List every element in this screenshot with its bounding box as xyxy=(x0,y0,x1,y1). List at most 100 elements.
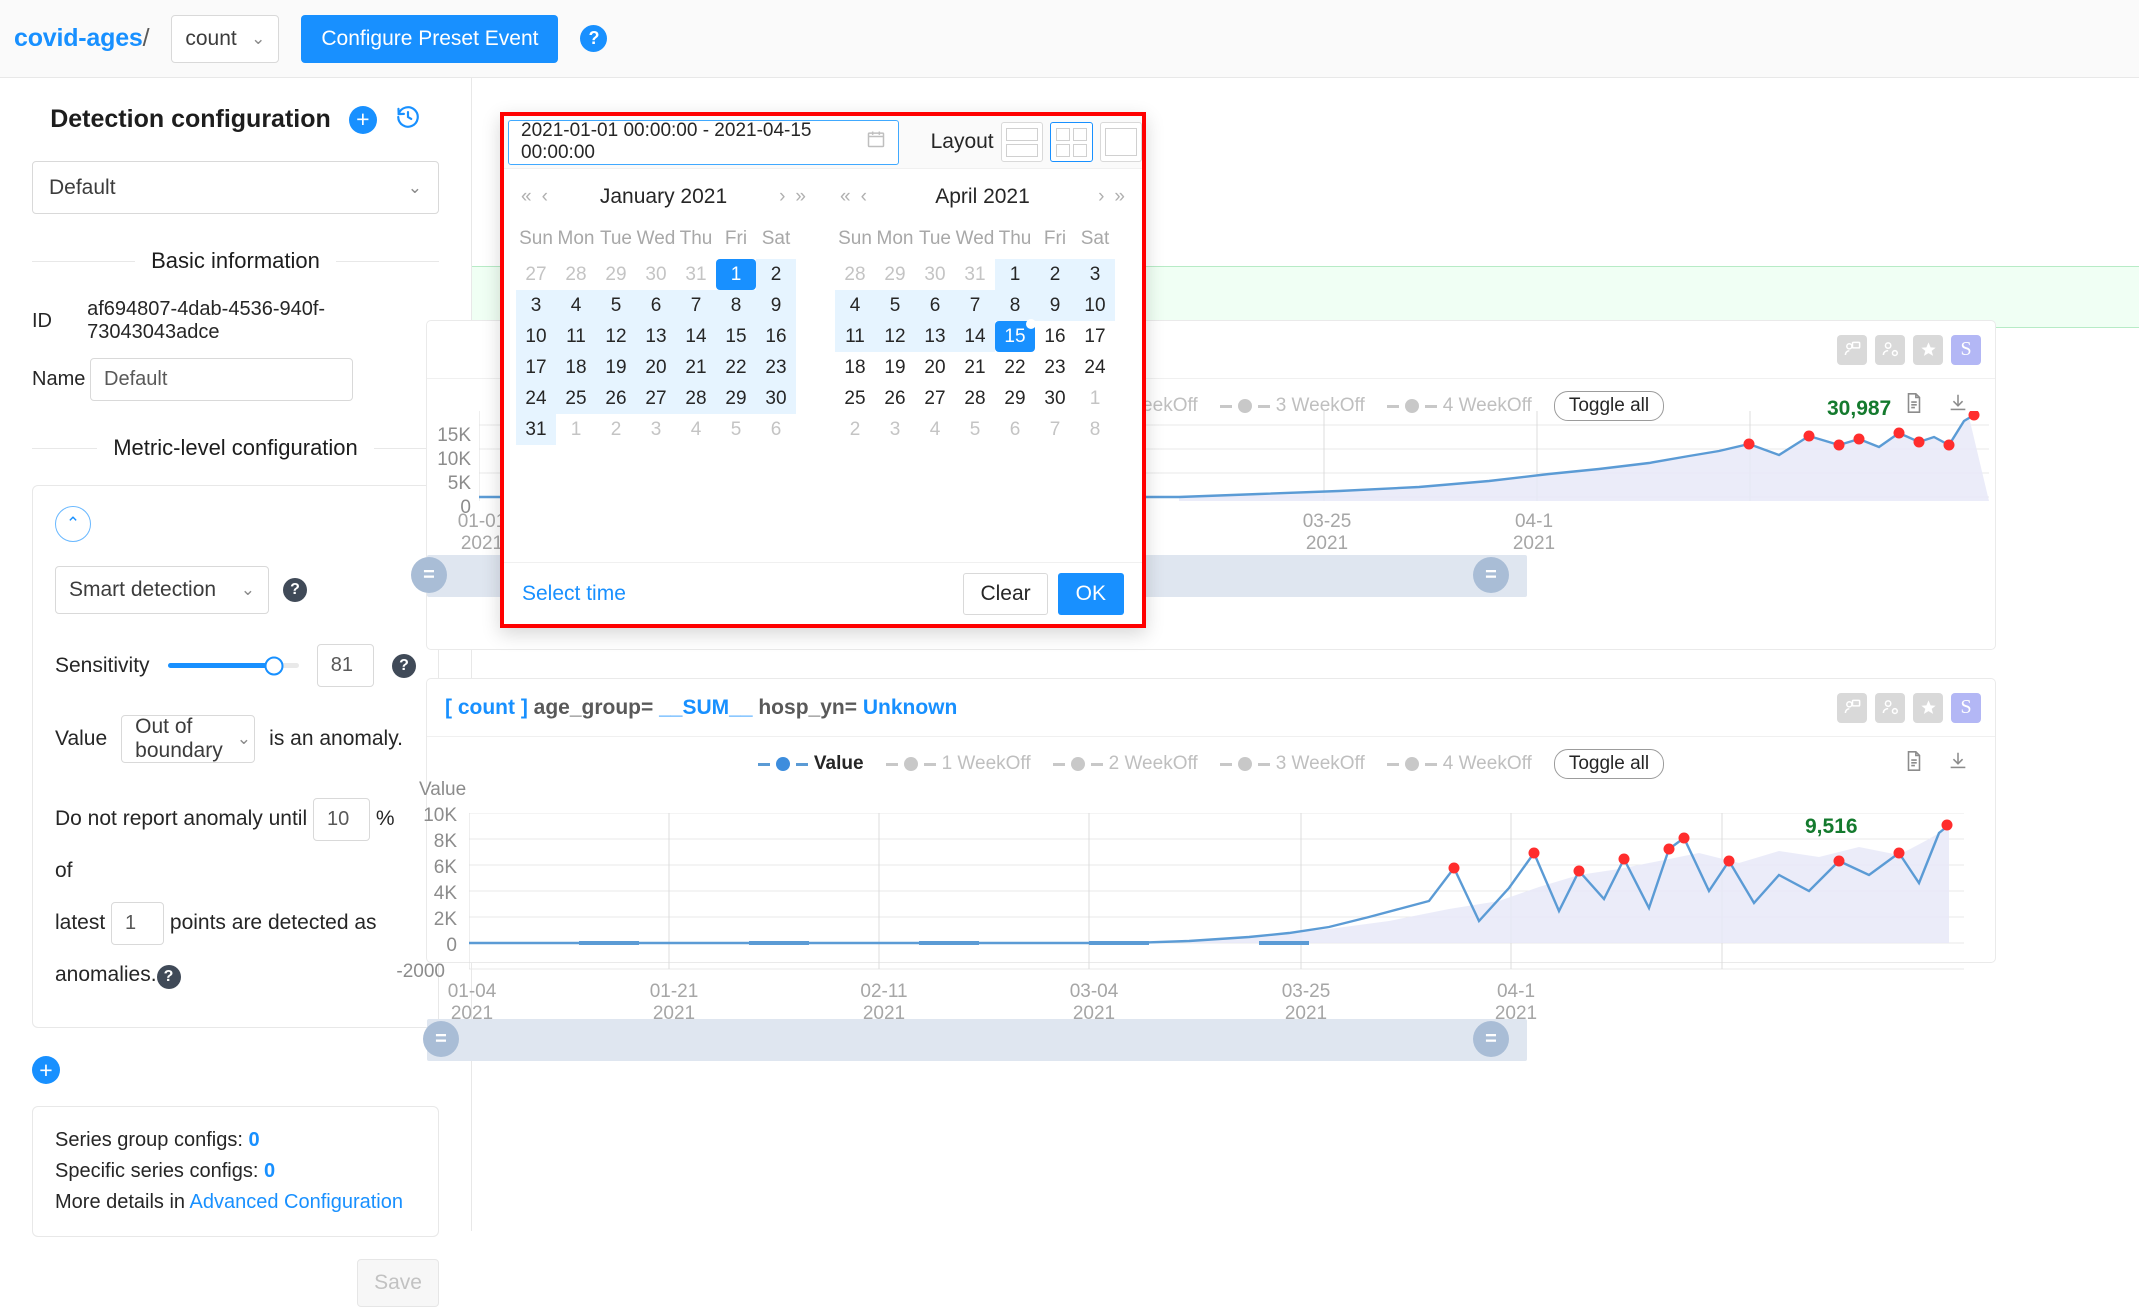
calendar-day[interactable]: 9 xyxy=(756,290,796,321)
calendar-day[interactable]: 3 xyxy=(875,414,915,445)
calendar-day[interactable]: 31 xyxy=(676,259,716,290)
calendar-day[interactable]: 28 xyxy=(835,259,875,290)
person-settings-icon[interactable] xyxy=(1875,692,1905,723)
calendar-day[interactable]: 31 xyxy=(516,414,556,445)
calendar-day[interactable]: 3 xyxy=(1075,259,1115,290)
toggle-all-button[interactable]: Toggle all xyxy=(1553,749,1665,779)
calendar-day[interactable]: 29 xyxy=(716,383,756,414)
prev-year-icon[interactable]: « xyxy=(835,186,856,208)
calendar-day[interactable]: 30 xyxy=(756,383,796,414)
configure-preset-event-button[interactable]: Configure Preset Event xyxy=(301,14,559,63)
calendar-day[interactable]: 4 xyxy=(835,290,875,321)
calendar-day[interactable]: 29 xyxy=(875,259,915,290)
calendar-day[interactable]: 1 xyxy=(716,259,756,290)
detection-method-help-icon[interactable]: ? xyxy=(283,578,307,602)
calendar-day[interactable]: 27 xyxy=(915,383,955,414)
layout-option-four-grid[interactable] xyxy=(1050,122,1093,162)
person-settings-icon[interactable] xyxy=(1875,334,1905,365)
calendar-day[interactable]: 16 xyxy=(1035,321,1075,352)
legend-item-2-weekoff[interactable]: 2 WeekOff xyxy=(1052,753,1198,775)
calendar-day[interactable]: 8 xyxy=(1075,414,1115,445)
date-range-input[interactable]: 2021-01-01 00:00:00 - 2021-04-15 00:00:0… xyxy=(508,119,899,165)
layout-option-two-rows[interactable] xyxy=(1000,122,1044,162)
calendar-day[interactable]: 18 xyxy=(835,352,875,383)
calendar-day[interactable]: 6 xyxy=(636,290,676,321)
calendar-day[interactable]: 23 xyxy=(1035,352,1075,383)
add-series-config-icon[interactable]: + xyxy=(32,1056,60,1084)
calendar-day[interactable]: 7 xyxy=(1035,414,1075,445)
calendar-day[interactable]: 8 xyxy=(995,290,1035,321)
calendar-day[interactable]: 6 xyxy=(915,290,955,321)
calendar-day[interactable]: 2 xyxy=(596,414,636,445)
s-badge-icon[interactable]: S xyxy=(1951,692,1981,723)
detection-method-select[interactable]: Smart detection ⌄ xyxy=(55,566,269,614)
calendar-day[interactable]: 19 xyxy=(875,352,915,383)
chart-2-range-handle-left[interactable]: = xyxy=(423,1021,459,1057)
next-month-icon[interactable]: › xyxy=(1093,186,1109,208)
feedback-person-icon[interactable] xyxy=(1837,692,1867,723)
calendar-day[interactable]: 20 xyxy=(915,352,955,383)
calendar-day[interactable]: 26 xyxy=(596,383,636,414)
calendar-day[interactable]: 25 xyxy=(556,383,596,414)
calendar-day[interactable]: 1 xyxy=(995,259,1035,290)
ok-button[interactable]: OK xyxy=(1057,572,1124,615)
name-input[interactable]: Default xyxy=(90,358,353,401)
prev-year-icon[interactable]: « xyxy=(516,186,537,208)
calendar-day[interactable]: 12 xyxy=(875,321,915,352)
calendar-day[interactable]: 30 xyxy=(915,259,955,290)
star-icon[interactable] xyxy=(1913,692,1943,723)
calendar-day[interactable]: 2 xyxy=(835,414,875,445)
calendar-day[interactable]: 19 xyxy=(596,352,636,383)
calendar-day[interactable]: 29 xyxy=(596,259,636,290)
calendar-day[interactable]: 21 xyxy=(676,352,716,383)
metric-select[interactable]: count ⌄ xyxy=(171,14,280,63)
calendar-day[interactable]: 21 xyxy=(955,352,995,383)
calendar-day[interactable]: 1 xyxy=(1075,383,1115,414)
calendar-day[interactable]: 7 xyxy=(676,290,716,321)
calendar-day[interactable]: 13 xyxy=(636,321,676,352)
feedback-person-icon[interactable] xyxy=(1837,334,1867,365)
legend-item-1-weekoff[interactable]: 1 WeekOff xyxy=(885,753,1031,775)
history-icon[interactable] xyxy=(395,104,421,135)
prev-month-icon[interactable]: ‹ xyxy=(537,186,553,208)
s-badge-icon[interactable]: S xyxy=(1951,334,1981,365)
calendar-day[interactable]: 28 xyxy=(955,383,995,414)
calendar-day[interactable]: 11 xyxy=(835,321,875,352)
calendar-day[interactable]: 29 xyxy=(995,383,1035,414)
chart-2-range-handle-right[interactable]: = xyxy=(1473,1021,1509,1057)
select-time-link[interactable]: Select time xyxy=(522,582,626,606)
calendar-day[interactable]: 10 xyxy=(516,321,556,352)
calendar-day[interactable]: 22 xyxy=(716,352,756,383)
next-year-icon[interactable]: » xyxy=(790,186,811,208)
legend-item-4-weekoff[interactable]: 4 WeekOff xyxy=(1386,753,1532,775)
calendar-day[interactable]: 6 xyxy=(995,414,1035,445)
calendar-day[interactable]: 24 xyxy=(516,383,556,414)
calendar-day[interactable]: 3 xyxy=(636,414,676,445)
calendar-day[interactable]: 2 xyxy=(1035,259,1075,290)
breadcrumb-metric-name[interactable]: covid-ages xyxy=(14,24,143,52)
calendar-day[interactable]: 12 xyxy=(596,321,636,352)
calendar-day[interactable]: 14 xyxy=(676,321,716,352)
download-icon[interactable] xyxy=(1947,749,1969,779)
prev-month-icon[interactable]: ‹ xyxy=(856,186,872,208)
calendar-day[interactable]: 31 xyxy=(955,259,995,290)
star-icon[interactable] xyxy=(1913,334,1943,365)
calendar-day[interactable]: 9 xyxy=(1035,290,1075,321)
chart-1-range-handle-left[interactable]: = xyxy=(411,557,447,593)
calendar-day[interactable]: 22 xyxy=(995,352,1035,383)
calendar-day[interactable]: 17 xyxy=(516,352,556,383)
calendar-day[interactable]: 7 xyxy=(955,290,995,321)
calendar-day[interactable]: 4 xyxy=(556,290,596,321)
calendar-day[interactable]: 25 xyxy=(835,383,875,414)
calendar-day[interactable]: 8 xyxy=(716,290,756,321)
chart-2-range-scrollbar[interactable] xyxy=(427,1019,1527,1061)
save-button[interactable]: Save xyxy=(357,1259,439,1307)
calendar-day[interactable]: 6 xyxy=(756,414,796,445)
calendar-day[interactable]: 17 xyxy=(1075,321,1115,352)
calendar-day[interactable]: 11 xyxy=(556,321,596,352)
report-points-input[interactable]: 1 xyxy=(111,901,165,945)
calendar-day[interactable]: 27 xyxy=(636,383,676,414)
next-month-icon[interactable]: › xyxy=(774,186,790,208)
calendar-day[interactable]: 5 xyxy=(955,414,995,445)
calendar-day[interactable]: 1 xyxy=(556,414,596,445)
